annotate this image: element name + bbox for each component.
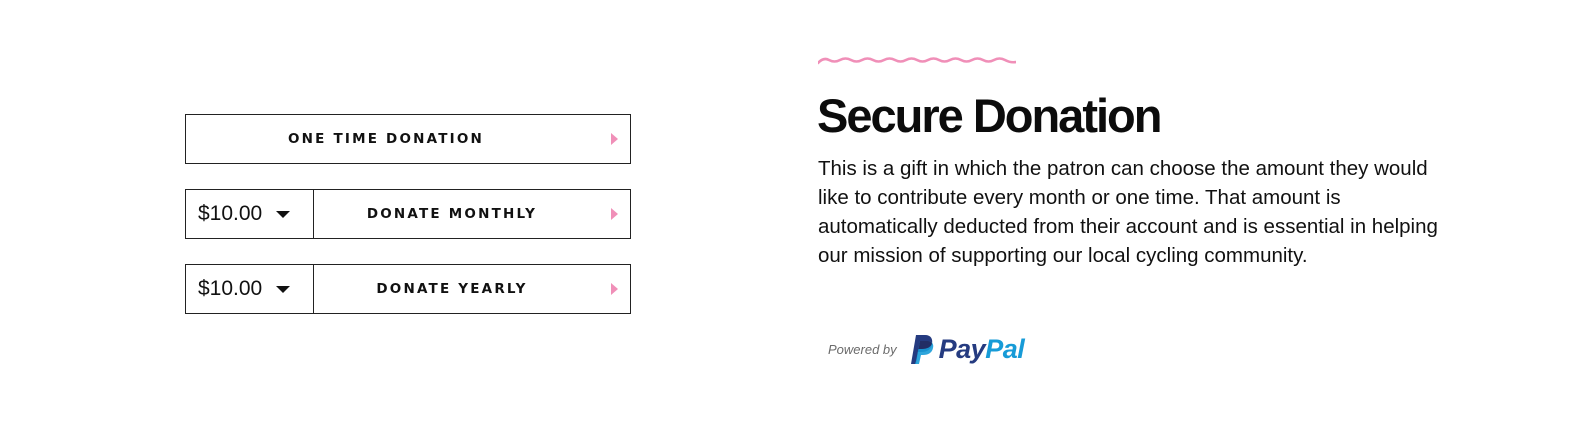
yearly-amount-value: $10.00 — [198, 277, 263, 300]
wavy-line-icon — [818, 57, 1016, 65]
paypal-wordmark-pay: Pay — [938, 333, 986, 364]
one-time-donation-label: ONE TIME DONATION — [287, 131, 485, 147]
donate-monthly-label: DONATE MONTHLY — [366, 206, 538, 222]
play-arrow-icon — [611, 208, 618, 220]
page-title: Secure Donation — [817, 89, 1162, 142]
yearly-amount-select[interactable]: $10.00 — [186, 265, 314, 313]
paypal-wordmark-pal: Pal — [985, 333, 1025, 364]
caret-down-icon — [276, 211, 291, 218]
one-time-donation-row: ONE TIME DONATION — [185, 114, 631, 164]
play-arrow-icon — [611, 283, 618, 295]
monthly-amount-select[interactable]: $10.00 — [186, 190, 314, 238]
yearly-donation-row: $10.00 DONATE YEARLY — [185, 264, 631, 314]
caret-down-icon — [276, 286, 291, 293]
one-time-donation-button[interactable]: ONE TIME DONATION — [186, 115, 630, 163]
donation-description: This is a gift in which the patron can c… — [818, 157, 1438, 267]
donate-yearly-label: DONATE YEARLY — [376, 281, 528, 297]
monthly-amount-value: $10.00 — [198, 202, 263, 225]
play-arrow-icon — [611, 133, 618, 145]
powered-by-paypal: Powered by PayPal — [828, 331, 1025, 367]
donate-yearly-button[interactable]: DONATE YEARLY — [314, 265, 630, 313]
paypal-wordmark: PayPal — [939, 334, 1025, 365]
monthly-donation-row: $10.00 DONATE MONTHLY — [185, 189, 631, 239]
donate-monthly-button[interactable]: DONATE MONTHLY — [314, 190, 630, 238]
powered-by-label: Powered by — [828, 341, 897, 357]
paypal-logo-icon — [910, 335, 933, 364]
